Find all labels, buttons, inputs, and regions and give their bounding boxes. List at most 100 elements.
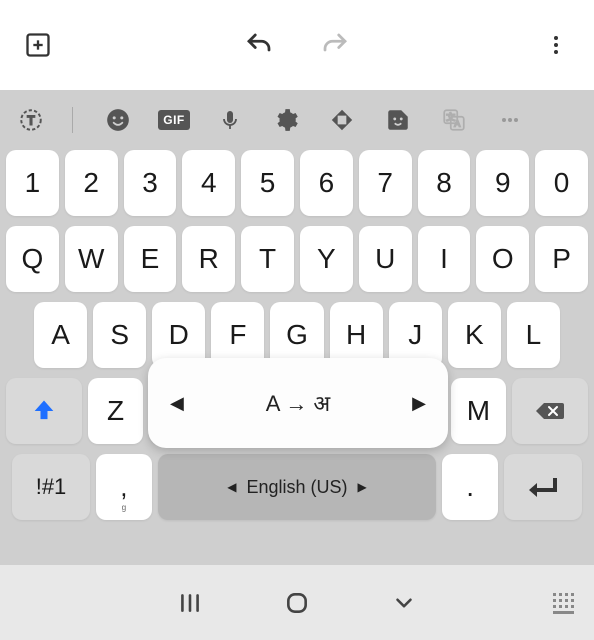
key-w[interactable]: W [65, 226, 118, 292]
space-key[interactable]: ◀ English (US) ▶ [158, 454, 437, 520]
popup-next-icon[interactable]: ▶ [412, 393, 426, 414]
shift-key[interactable] [6, 378, 82, 444]
key-m[interactable]: M [451, 378, 505, 444]
key-i[interactable]: I [418, 226, 471, 292]
sticker-icon[interactable] [383, 105, 413, 135]
key-label: J [408, 319, 422, 351]
key-label: 1 [25, 167, 41, 199]
enter-icon [527, 474, 559, 500]
key-label: D [169, 319, 189, 351]
key-label: !#1 [36, 474, 67, 500]
key-y[interactable]: Y [300, 226, 353, 292]
key-label: 7 [377, 167, 393, 199]
keyboard-toolbar: T GIF 文A [0, 94, 594, 146]
settings-icon[interactable] [271, 105, 301, 135]
key-a[interactable]: A [34, 302, 87, 368]
system-navbar [0, 565, 594, 640]
key-label: G [286, 319, 308, 351]
key-7[interactable]: 7 [359, 150, 412, 216]
key-label: T [259, 243, 276, 275]
key-label: I [440, 243, 448, 275]
key-z[interactable]: Z [88, 378, 142, 444]
key-label: Z [107, 395, 124, 427]
key-label: 2 [83, 167, 99, 199]
gif-icon[interactable]: GIF [159, 105, 189, 135]
key-label: 8 [436, 167, 452, 199]
key-row-2: Q W E R T Y U I O P [6, 226, 588, 292]
emoji-icon[interactable] [103, 105, 133, 135]
key-label: 6 [319, 167, 335, 199]
popup-label: A → अ [266, 388, 331, 418]
shift-icon [30, 397, 58, 425]
key-label: H [346, 319, 366, 351]
key-label: S [110, 319, 129, 351]
key-0[interactable]: 0 [535, 150, 588, 216]
key-s[interactable]: S [93, 302, 146, 368]
key-label: F [229, 319, 246, 351]
gif-label: GIF [158, 110, 190, 130]
key-label: Q [22, 243, 44, 275]
key-label: E [141, 243, 160, 275]
undo-icon[interactable] [239, 25, 279, 65]
period-key[interactable]: . [442, 454, 498, 520]
triangle-right-icon: ▶ [358, 480, 367, 494]
key-label: , [120, 472, 127, 503]
enter-key[interactable] [504, 454, 582, 520]
key-6[interactable]: 6 [300, 150, 353, 216]
key-sublabel: ᵍ [96, 502, 152, 516]
key-label: M [467, 395, 490, 427]
triangle-left-icon: ◀ [227, 480, 236, 494]
key-u[interactable]: U [359, 226, 412, 292]
key-q[interactable]: Q [6, 226, 59, 292]
key-1[interactable]: 1 [6, 150, 59, 216]
symbols-key[interactable]: !#1 [12, 454, 90, 520]
key-e[interactable]: E [124, 226, 177, 292]
key-label: 3 [142, 167, 158, 199]
key-t[interactable]: T [241, 226, 294, 292]
keyboard: T GIF 文A 1 2 3 [0, 90, 594, 565]
ime-switcher-icon[interactable] [553, 593, 574, 614]
app-toolbar [0, 0, 594, 90]
key-row-bottom: !#1 , ᵍ ◀ English (US) ▶ . [6, 454, 588, 520]
key-o[interactable]: O [476, 226, 529, 292]
popup-prev-icon[interactable]: ◀ [170, 393, 184, 414]
key-4[interactable]: 4 [182, 150, 235, 216]
key-p[interactable]: P [535, 226, 588, 292]
key-label: A [51, 319, 70, 351]
key-label: K [465, 319, 484, 351]
add-box-icon[interactable] [18, 25, 58, 65]
more-horiz-icon[interactable] [495, 105, 525, 135]
space-label: English (US) [246, 477, 347, 498]
comma-key[interactable]: , ᵍ [96, 454, 152, 520]
resize-icon[interactable] [327, 105, 357, 135]
language-switch-popup[interactable]: ◀ A → अ ▶ [148, 358, 448, 448]
key-label: . [466, 471, 474, 503]
key-label: 4 [201, 167, 217, 199]
key-label: 5 [260, 167, 276, 199]
svg-text:T: T [27, 113, 34, 127]
separator [72, 107, 73, 133]
key-9[interactable]: 9 [476, 150, 529, 216]
key-label: U [375, 243, 395, 275]
redo-icon[interactable] [315, 25, 355, 65]
home-icon[interactable] [284, 590, 310, 616]
key-5[interactable]: 5 [241, 150, 294, 216]
key-label: W [78, 243, 104, 275]
key-r[interactable]: R [182, 226, 235, 292]
backspace-icon [534, 399, 566, 423]
backspace-key[interactable] [512, 378, 588, 444]
more-vert-icon[interactable] [536, 25, 576, 65]
back-icon[interactable] [391, 590, 417, 616]
key-8[interactable]: 8 [418, 150, 471, 216]
key-l[interactable]: L [507, 302, 560, 368]
mic-icon[interactable] [215, 105, 245, 135]
key-k[interactable]: K [448, 302, 501, 368]
key-label: R [199, 243, 219, 275]
key-label: L [526, 319, 542, 351]
key-3[interactable]: 3 [124, 150, 177, 216]
key-2[interactable]: 2 [65, 150, 118, 216]
translate-icon[interactable]: 文A [439, 105, 469, 135]
recents-icon[interactable] [177, 590, 203, 616]
key-label: 0 [554, 167, 570, 199]
text-transform-icon[interactable]: T [16, 105, 46, 135]
